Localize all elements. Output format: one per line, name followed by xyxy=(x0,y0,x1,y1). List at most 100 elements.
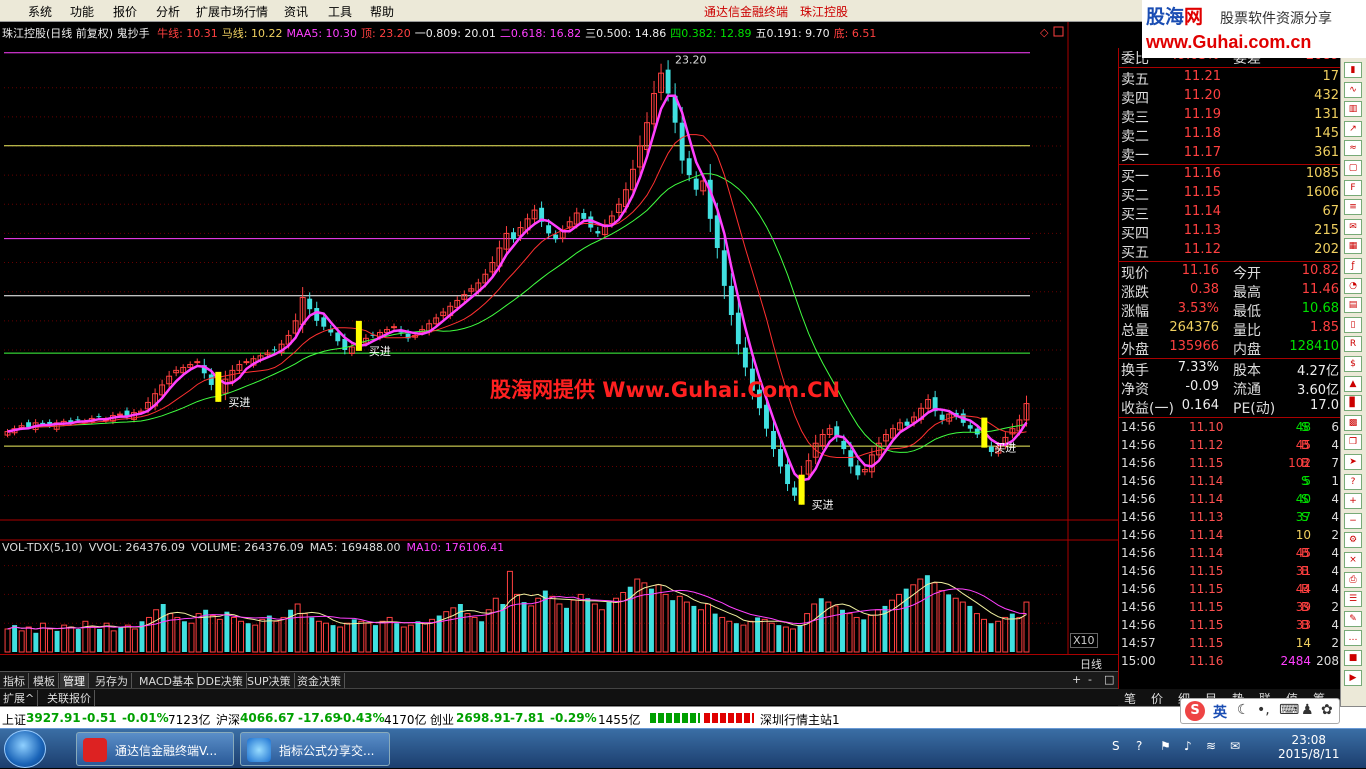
bar-icon[interactable]: ▥ xyxy=(1344,101,1362,118)
punct-icon[interactable]: •, xyxy=(1257,702,1270,718)
volume-bar-up xyxy=(153,609,160,653)
rsi-icon[interactable]: R xyxy=(1344,336,1362,353)
volume-bar-up xyxy=(719,616,726,653)
volume-bar-up xyxy=(556,603,563,653)
list2-icon[interactable]: ☰ xyxy=(1344,591,1362,608)
minus-icon[interactable]: − xyxy=(1344,512,1362,529)
plus-icon[interactable]: + xyxy=(1344,493,1362,510)
tab-extend[interactable]: 扩展^ xyxy=(0,690,39,706)
restore-button[interactable]: □ xyxy=(1104,673,1114,686)
ime-toolbar[interactable]: S 英 ☾ •, ⌨ ♟ ✿ xyxy=(1180,698,1340,724)
zoom-in-button[interactable]: + xyxy=(1072,673,1081,686)
tab-related-quote[interactable]: 关联报价 xyxy=(44,690,95,706)
trend-icon[interactable]: ↗ xyxy=(1344,120,1362,137)
volume-bar-up xyxy=(683,601,690,653)
tab-fund[interactable]: 资金决策 xyxy=(294,673,345,689)
taskbar-app-ie[interactable]: 指标公式分享交... xyxy=(240,732,390,766)
stat-label: 净资 xyxy=(1121,382,1149,398)
menu-item-analysis[interactable]: 分析 xyxy=(156,3,180,20)
kline-icon[interactable]: ▮ xyxy=(1344,62,1362,78)
speaker-icon[interactable]: ♪ xyxy=(1184,739,1192,753)
minute-icon[interactable]: ∿ xyxy=(1344,81,1362,98)
tab-dde[interactable]: DDE决策 xyxy=(194,673,247,689)
menu-item-ext-market[interactable]: 扩展市场行情 xyxy=(196,3,268,20)
sogou-icon[interactable]: S xyxy=(1185,701,1205,721)
tdx-app-icon xyxy=(83,738,107,762)
clock-date: 2015/8/11 xyxy=(1278,747,1340,761)
indicator-value: 二0.618: 16.82 xyxy=(499,27,582,40)
zoom-out-button[interactable]: - xyxy=(1088,673,1092,686)
kline2-icon[interactable]: ▯ xyxy=(1344,316,1362,333)
tab-save-as[interactable]: 另存为 xyxy=(92,673,132,689)
volume-bar-down xyxy=(967,605,973,652)
candle-body-down xyxy=(841,440,847,450)
chart2-icon[interactable]: ▲ xyxy=(1344,375,1362,392)
tool-icon[interactable]: ✎ xyxy=(1344,610,1362,627)
tick-price: 11.14 xyxy=(1189,474,1224,488)
help-icon[interactable]: ? xyxy=(1136,739,1142,753)
start-button[interactable] xyxy=(4,730,46,768)
menu-item-tools[interactable]: 工具 xyxy=(328,3,352,20)
more-icon[interactable]: … xyxy=(1344,630,1362,647)
arrow-icon[interactable]: ▶ xyxy=(1344,669,1362,686)
network-icon[interactable]: ≋ xyxy=(1206,739,1216,753)
tab-manage[interactable]: 管理 xyxy=(60,673,89,689)
stat-row: 换手 7.33% 股本 4.27亿 xyxy=(1119,360,1341,379)
quote-tab[interactable]: 价 xyxy=(1151,690,1163,707)
news-icon[interactable]: ✉ xyxy=(1344,218,1362,235)
user-icon[interactable]: ♟ xyxy=(1301,702,1314,718)
grid-icon[interactable]: ▦ xyxy=(1344,238,1362,255)
help2-icon[interactable]: ? xyxy=(1344,473,1362,490)
server-name[interactable]: 深圳行情主站1 xyxy=(760,711,840,728)
volume-bar-up xyxy=(973,613,980,653)
ime-mode[interactable]: 英 xyxy=(1213,702,1227,722)
chat-icon[interactable]: ✉ xyxy=(1230,739,1240,753)
tab-template[interactable]: 模板 xyxy=(30,673,59,689)
volume-bar-down xyxy=(118,627,124,652)
tick-price: 11.14 xyxy=(1189,546,1224,560)
grid2-icon[interactable]: ▩ xyxy=(1344,414,1362,431)
candle-body-down xyxy=(665,69,671,94)
bars-icon[interactable]: ▊ xyxy=(1344,395,1362,412)
sogou-tray-icon[interactable]: S xyxy=(1112,739,1120,753)
moon-icon[interactable]: ☾ xyxy=(1237,702,1250,718)
menu-item-function[interactable]: 功能 xyxy=(70,3,94,20)
keyboard-icon[interactable]: ⌨ xyxy=(1279,702,1299,718)
print-icon[interactable]: ⎙ xyxy=(1344,571,1362,588)
menu-item-help[interactable]: 帮助 xyxy=(370,3,394,20)
ma-icon[interactable]: ≈ xyxy=(1344,140,1362,157)
tab-macd[interactable]: MACD基本 xyxy=(136,673,198,689)
nav-icon[interactable]: ➤ xyxy=(1344,454,1362,470)
index-status-bar: 上证 3927.91 -0.51 -0.01% 7123亿 沪深 4066.67… xyxy=(0,706,1366,728)
gear-icon[interactable]: ⚙ xyxy=(1344,532,1362,549)
volume-bar-down xyxy=(521,602,527,652)
volume-scale-button[interactable]: X10 xyxy=(1070,633,1098,648)
tab-sup[interactable]: SUP决策 xyxy=(244,673,295,689)
candle-body-down xyxy=(686,158,692,176)
menu-item-quote[interactable]: 报价 xyxy=(113,3,137,20)
end-icon[interactable]: ■ xyxy=(1344,650,1362,666)
period-label[interactable]: 日线 xyxy=(1080,656,1102,672)
fx-icon[interactable]: ƒ xyxy=(1344,258,1362,274)
candle-body-down xyxy=(764,404,769,429)
clock[interactable]: 23:08 2015/8/11 xyxy=(1278,733,1340,761)
menu-item-news[interactable]: 资讯 xyxy=(284,3,308,20)
dollar-icon[interactable]: $ xyxy=(1344,356,1362,372)
tab-indicator[interactable]: 指标 xyxy=(0,673,29,689)
chart-area[interactable]: 23.20 买进 买进 买进 买进 ◇ 珠江控股(日线 前复权) 鬼抄手 牛线: 10.3… xyxy=(0,22,1118,688)
list-icon[interactable]: ≡ xyxy=(1344,199,1362,216)
window-icon[interactable]: ❐ xyxy=(1344,434,1362,451)
skin-icon[interactable]: ✿ xyxy=(1321,702,1333,718)
f10-icon[interactable]: F xyxy=(1344,179,1362,196)
indicator-value: 底: 6.51 xyxy=(833,27,877,40)
taskbar-app-tdx[interactable]: 通达信金融终端V... xyxy=(76,732,234,766)
box-icon[interactable]: ▢ xyxy=(1344,160,1362,176)
pie-icon[interactable]: ◔ xyxy=(1344,277,1362,294)
menu-item-system[interactable]: 系统 xyxy=(28,3,52,20)
close-icon[interactable]: × xyxy=(1344,552,1362,568)
candle-body-down xyxy=(785,464,791,485)
flag-icon[interactable]: ⚑ xyxy=(1160,739,1171,753)
quote-tab[interactable]: 笔 xyxy=(1124,690,1136,707)
calc-icon[interactable]: ▤ xyxy=(1344,297,1362,314)
kline-chart[interactable]: 23.20买进买进买进买进◇ xyxy=(0,22,1118,688)
